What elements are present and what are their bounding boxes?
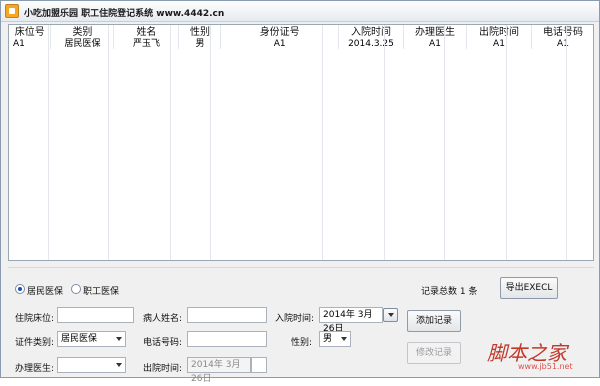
add-record-button[interactable]: 添加记录 [407, 310, 461, 332]
column-header-id-number[interactable]: 身份证号 [220, 25, 339, 39]
records-grid[interactable]: 床位号 类别 姓名 性别 身份证号 入院时间 办理医生 出院时间 电话号码 A1… [8, 24, 594, 261]
column-header-admit-time[interactable]: 入院时间 [338, 25, 405, 39]
column-header-bed[interactable]: 床位号 [9, 25, 52, 39]
column-divider [108, 25, 109, 260]
cell-gender: 男 [178, 39, 222, 49]
admit-time-label: 入院时间: [275, 314, 315, 324]
cell-phone: A1 [531, 39, 593, 49]
column-divider [170, 25, 171, 260]
chevron-down-icon [388, 313, 394, 317]
cert-type-label: 证件类别: [15, 338, 55, 348]
app-icon [5, 4, 19, 18]
column-divider [48, 25, 49, 260]
discharge-date-checkbox[interactable] [251, 357, 267, 373]
column-divider [210, 25, 211, 260]
doctor-select[interactable] [57, 357, 126, 373]
cell-discharge-time: A1 [466, 39, 533, 49]
column-divider [384, 25, 385, 260]
bed-label: 住院床位: [15, 314, 55, 324]
column-divider [506, 25, 507, 260]
phone-input[interactable] [187, 331, 267, 347]
patient-name-input[interactable] [187, 307, 267, 323]
gender-label: 性别: [291, 338, 313, 348]
export-excel-button[interactable]: 导出EXECL [500, 277, 558, 299]
chevron-down-icon [116, 363, 122, 367]
radio-resident-insurance[interactable] [15, 284, 25, 294]
main-window: 小吃加盟乐园 职工住院登记系统 www.4442.cn 床位号 类别 姓名 性别… [0, 0, 600, 384]
cert-type-select[interactable]: 居民医保 [57, 331, 126, 347]
column-header-doctor[interactable]: 办理医生 [403, 25, 467, 39]
column-header-discharge-time[interactable]: 出院时间 [466, 25, 533, 39]
doctor-label: 办理医生: [15, 364, 55, 374]
cell-admit-time: 2014.3.25 [338, 39, 405, 49]
gender-select[interactable]: 男 [319, 331, 351, 347]
watermark-url: www.jb51.net [518, 362, 573, 371]
admit-date-dropdown-button[interactable] [383, 308, 398, 322]
title-bar: 小吃加盟乐园 职工住院登记系统 www.4442.cn [1, 1, 599, 22]
edit-record-button[interactable]: 修改记录 [407, 342, 461, 364]
radio-employee-label: 职工医保 [83, 287, 120, 297]
chevron-down-icon [116, 337, 122, 341]
cell-doctor: A1 [403, 39, 467, 49]
cert-type-value: 居民医保 [61, 334, 98, 344]
column-divider [444, 25, 445, 260]
cell-category: 居民医保 [50, 39, 115, 49]
patient-name-label: 病人姓名: [143, 314, 183, 324]
cell-bed: A1 [9, 39, 52, 49]
section-divider [8, 267, 594, 268]
discharge-time-picker[interactable]: 2014年 3月26日 [187, 357, 251, 384]
gender-value: 男 [323, 334, 333, 344]
discharge-time-label: 出院时间: [143, 364, 183, 374]
record-count: 记录总数 1 条 [421, 287, 478, 297]
chevron-down-icon [341, 337, 347, 341]
radio-employee-insurance[interactable] [71, 284, 81, 294]
admit-time-picker[interactable]: 2014年 3月26日 [319, 307, 383, 334]
column-header-phone[interactable]: 电话号码 [531, 25, 593, 39]
bed-input[interactable] [57, 307, 134, 323]
column-header-category[interactable]: 类别 [50, 25, 115, 39]
column-divider [322, 25, 323, 260]
radio-resident-label: 居民医保 [27, 287, 64, 297]
cell-id-number: A1 [220, 39, 339, 49]
window-title: 小吃加盟乐园 职工住院登记系统 www.4442.cn [24, 9, 225, 19]
phone-label: 电话号码: [143, 338, 183, 348]
column-header-gender[interactable]: 性别 [178, 25, 222, 39]
column-divider [566, 25, 567, 260]
